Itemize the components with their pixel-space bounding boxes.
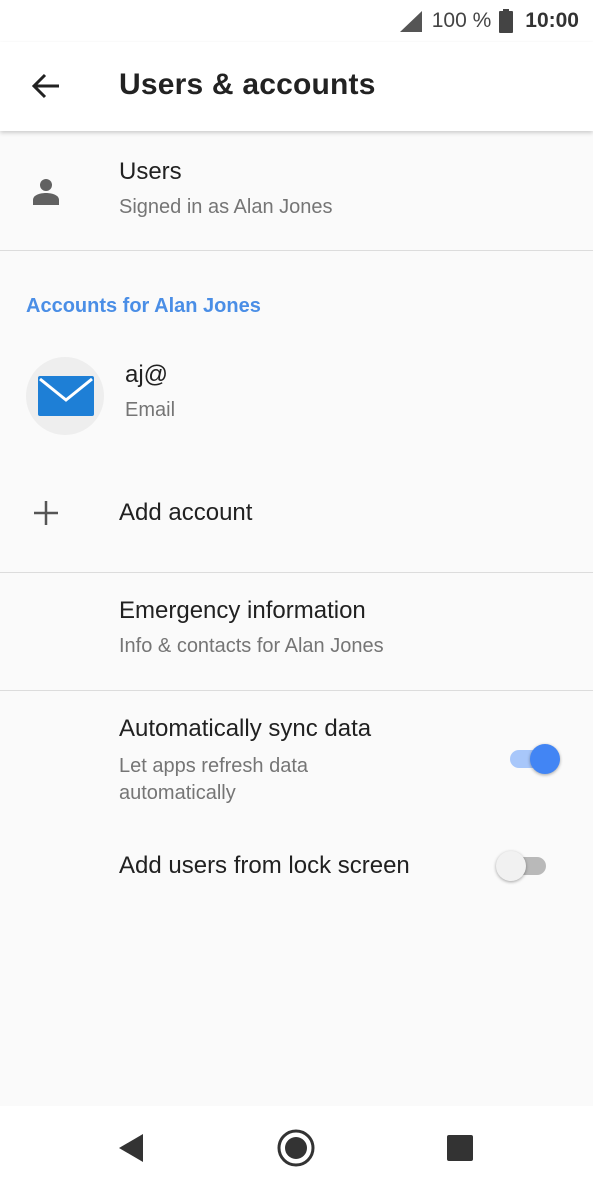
home-circle-icon [277, 1129, 315, 1167]
account-row-email[interactable]: aj@ Email [0, 345, 593, 455]
users-subtitle: Signed in as Alan Jones [119, 196, 333, 218]
add-users-lock-screen-row[interactable]: Add users from lock screen [0, 820, 593, 912]
status-icons: 100 % 10:00 [398, 8, 579, 34]
nav-back-button[interactable] [110, 1126, 154, 1170]
back-triangle-icon [119, 1134, 143, 1162]
nav-home-button[interactable] [274, 1126, 318, 1170]
signal-icon [399, 11, 422, 32]
lock-screen-title: Add users from lock screen [119, 852, 410, 879]
recents-square-icon [447, 1135, 473, 1161]
navigation-bar [0, 1106, 593, 1186]
app-bar: Users & accounts [0, 42, 593, 131]
add-account-row[interactable]: Add account [0, 470, 593, 556]
auto-sync-row[interactable]: Automatically sync data Let apps refresh… [0, 691, 593, 819]
nav-recents-button[interactable] [438, 1126, 482, 1170]
emergency-title: Emergency information [119, 597, 366, 624]
divider [0, 250, 593, 251]
email-account-avatar [26, 357, 104, 435]
person-icon [33, 179, 59, 205]
account-type: Email [125, 399, 176, 421]
accounts-section-header: Accounts for Alan Jones [26, 295, 261, 317]
users-row[interactable]: Users Signed in as Alan Jones [0, 131, 593, 250]
arrow-back-icon [31, 73, 59, 99]
back-button[interactable] [26, 66, 66, 106]
status-bar: 100 % 10:00 [0, 0, 593, 42]
battery-icon [499, 9, 514, 33]
emergency-subtitle: Info & contacts for Alan Jones [119, 635, 384, 657]
auto-sync-toggle[interactable] [510, 744, 562, 776]
page-title: Users & accounts [119, 68, 376, 101]
emergency-information-row[interactable]: Emergency information Info & contacts fo… [0, 573, 593, 690]
auto-sync-subtitle-line2: automatically [119, 782, 236, 804]
battery-percent: 100 % [431, 9, 492, 32]
email-icon [38, 376, 94, 416]
clock: 10:00 [525, 9, 579, 32]
auto-sync-subtitle-line1: Let apps refresh data [119, 755, 309, 777]
add-account-label: Add account [119, 499, 253, 526]
account-name: aj@ [125, 361, 169, 388]
users-title: Users [119, 158, 182, 185]
auto-sync-title: Automatically sync data [119, 715, 372, 742]
plus-icon [34, 501, 58, 525]
add-users-lock-screen-toggle[interactable] [496, 851, 548, 883]
